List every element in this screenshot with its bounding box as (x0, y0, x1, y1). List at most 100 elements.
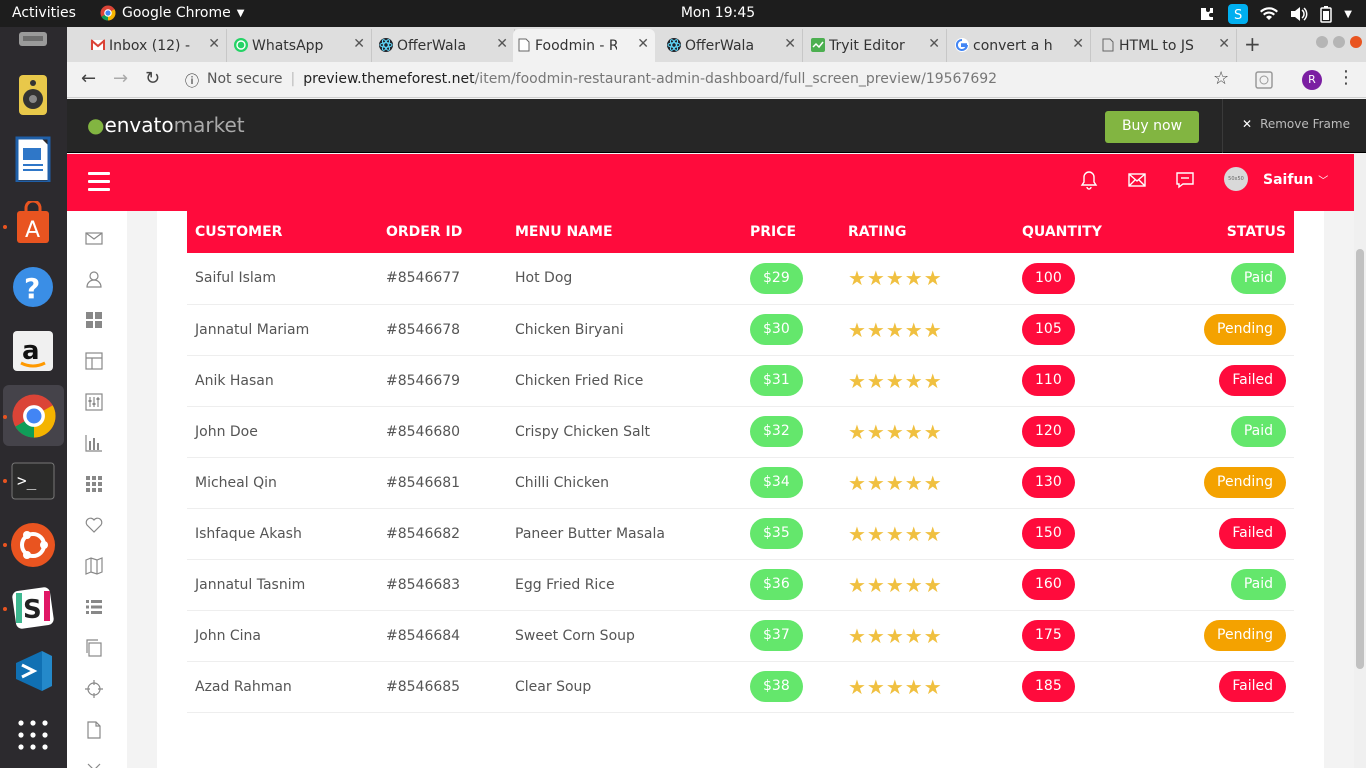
skype-icon[interactable]: S (1228, 4, 1249, 24)
battery-icon[interactable] (1320, 5, 1333, 23)
sliders-icon[interactable] (84, 392, 104, 412)
system-tray[interactable]: S ▼ (1198, 4, 1352, 24)
crosshair-icon[interactable] (84, 679, 104, 699)
tab-offerwala-2[interactable]: OfferWala ✕ (663, 29, 803, 62)
scrollbar-thumb[interactable] (1356, 249, 1364, 669)
wifi-icon[interactable] (1260, 7, 1279, 21)
map-icon[interactable] (84, 556, 104, 576)
scrollbar[interactable] (1354, 154, 1366, 768)
ubuntu-launcher[interactable] (9, 521, 57, 569)
column-header-status[interactable]: STATUS (1144, 211, 1294, 253)
close-icon[interactable]: ✕ (1218, 36, 1230, 52)
power-menu-icon[interactable]: ▼ (1344, 9, 1352, 20)
bookmark-star-icon[interactable]: ☆ (1213, 68, 1229, 89)
menu-name-cell: Paneer Butter Masala (515, 525, 665, 542)
puzzle-icon[interactable] (1198, 5, 1216, 23)
close-icon[interactable]: ✕ (496, 36, 508, 52)
rhythmbox-launcher[interactable] (9, 71, 57, 119)
column-header-quantity[interactable]: QUANTITY (1014, 211, 1144, 253)
chrome-icon (11, 393, 56, 438)
close-icon[interactable]: ✕ (928, 36, 940, 52)
profile-avatar[interactable]: R (1302, 70, 1322, 90)
column-header-order-id[interactable]: ORDER ID (378, 211, 507, 253)
files-launcher[interactable] (9, 27, 57, 53)
buy-now-button[interactable]: Buy now (1105, 111, 1199, 143)
remove-frame-button[interactable]: ✕ Remove Frame (1242, 117, 1350, 131)
column-header-menu-name[interactable]: MENU NAME (507, 211, 742, 253)
apps-grid-icon[interactable] (84, 474, 104, 494)
url-path: /item/foodmin-restaurant-admin-dashboard… (474, 71, 998, 87)
tab-html-to-js[interactable]: HTML to JS ✕ (1097, 29, 1237, 62)
chevron-down-icon[interactable] (84, 759, 104, 768)
rating-cell: ★★★★★ (840, 610, 1014, 661)
terminal-launcher[interactable]: >_ (9, 457, 57, 505)
customer-cell: Azad Rahman (195, 678, 292, 695)
bell-icon[interactable] (1079, 170, 1099, 190)
browser-window: Inbox (12) - ✕ WhatsApp ✕ OfferWala ✕ Fo… (67, 27, 1366, 768)
column-header-price[interactable]: PRICE (742, 211, 840, 253)
clock[interactable]: Mon 19:45 (0, 5, 1366, 21)
close-icon[interactable]: ✕ (784, 36, 796, 52)
software-launcher[interactable]: A (9, 199, 57, 247)
table-row[interactable]: John Cina #8546684 Sweet Corn Soup $37 ★… (187, 610, 1294, 661)
envato-market-logo[interactable]: ●envatomarket (87, 113, 245, 137)
tab-offerwala-1[interactable]: OfferWala ✕ (375, 29, 515, 62)
table-row[interactable]: Jannatul Mariam #8546678 Chicken Biryani… (187, 304, 1294, 355)
dashboard-grid-icon[interactable] (84, 310, 104, 330)
show-apps-button[interactable] (9, 711, 57, 759)
tab-inbox[interactable]: Inbox (12) - ✕ (87, 29, 227, 62)
terminal-icon: >_ (11, 462, 55, 500)
vscode-launcher[interactable] (9, 647, 57, 695)
copy-icon[interactable] (84, 638, 104, 658)
column-header-rating[interactable]: RATING (840, 211, 1014, 253)
url-host: preview.themeforest.net (303, 71, 475, 87)
mail-icon[interactable] (84, 228, 104, 248)
close-icon[interactable]: ✕ (637, 36, 649, 52)
list-icon[interactable] (84, 597, 104, 617)
close-icon[interactable]: ✕ (1072, 36, 1084, 52)
vscode-icon (16, 651, 52, 691)
user-menu[interactable]: Saifun ﹀ (1263, 172, 1328, 188)
table-row[interactable]: Jannatul Tasnim #8546683 Egg Fried Rice … (187, 559, 1294, 610)
help-launcher[interactable]: ? (9, 263, 57, 311)
amazon-launcher[interactable]: a (9, 327, 57, 375)
table-row[interactable]: Ishfaque Akash #8546682 Paneer Butter Ma… (187, 508, 1294, 559)
reload-button[interactable]: ↻ (145, 68, 160, 89)
close-window-button[interactable] (1350, 36, 1362, 48)
hamburger-menu-icon[interactable] (88, 172, 110, 196)
forward-button[interactable]: → (113, 68, 128, 89)
chrome-launcher[interactable] (3, 385, 64, 446)
table-row[interactable]: Azad Rahman #8546685 Clear Soup $38 ★★★★… (187, 661, 1294, 712)
minimize-button[interactable] (1316, 36, 1328, 48)
close-icon[interactable]: ✕ (353, 36, 365, 52)
tab-tryit[interactable]: Tryit Editor ✕ (807, 29, 947, 62)
slack-launcher[interactable]: S (9, 583, 57, 631)
address-bar[interactable]: ⓘ Not secure | preview.themeforest.net/i… (185, 71, 997, 91)
bar-chart-icon[interactable] (84, 433, 104, 453)
table-row[interactable]: John Doe #8546680 Crispy Chicken Salt $3… (187, 406, 1294, 457)
menu-kebab-icon[interactable]: ⋮ (1337, 67, 1355, 88)
extension-icon[interactable] (1255, 71, 1273, 89)
column-header-customer[interactable]: CUSTOMER (187, 211, 378, 253)
writer-launcher[interactable] (9, 135, 57, 183)
tab-foodmin[interactable]: Foodmin - R ✕ (513, 29, 655, 62)
info-icon[interactable]: ⓘ (185, 71, 199, 91)
volume-icon[interactable] (1290, 6, 1308, 22)
chat-icon[interactable] (1175, 170, 1195, 190)
table-row[interactable]: Saiful Islam #8546677 Hot Dog $29 ★★★★★ … (187, 253, 1294, 304)
layout-icon[interactable] (84, 351, 104, 371)
file-icon[interactable] (84, 720, 104, 740)
maximize-button[interactable] (1333, 36, 1345, 48)
new-tab-button[interactable]: + (1244, 32, 1261, 56)
back-button[interactable]: ← (81, 68, 96, 89)
table-row[interactable]: Micheal Qin #8546681 Chilli Chicken $34 … (187, 457, 1294, 508)
status-badge: Pending (1204, 314, 1286, 345)
close-icon[interactable]: ✕ (208, 36, 220, 52)
heart-icon[interactable] (84, 515, 104, 535)
tab-google[interactable]: convert a h ✕ (951, 29, 1091, 62)
tab-whatsapp[interactable]: WhatsApp ✕ (230, 29, 372, 62)
user-avatar[interactable]: 50x50 (1224, 167, 1248, 191)
user-icon[interactable] (84, 269, 104, 289)
table-row[interactable]: Anik Hasan #8546679 Chicken Fried Rice $… (187, 355, 1294, 406)
mail-icon[interactable] (1127, 170, 1147, 190)
